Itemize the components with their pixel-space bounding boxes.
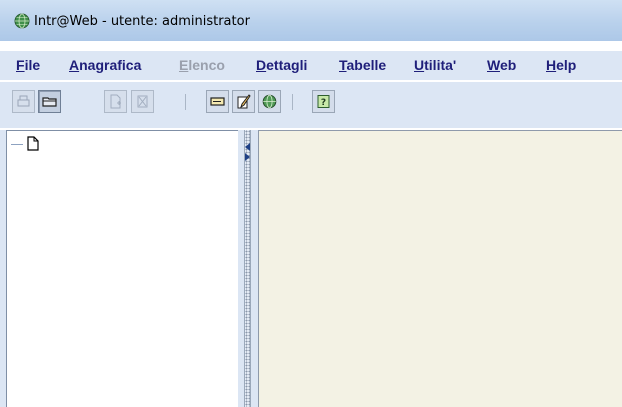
menu-web-mnemonic: W (487, 57, 500, 73)
tree-connector-line (11, 144, 23, 145)
toolbar-separator (185, 94, 186, 110)
delete-icon (137, 95, 148, 108)
expand-right-icon[interactable] (245, 153, 250, 161)
menu-file-mnemonic: F (16, 57, 25, 73)
menu-elenco-mnemonic: E (179, 57, 189, 73)
menu-elenco-label: lenco (188, 57, 225, 73)
tree-panel[interactable] (6, 130, 238, 407)
menu-anagrafica-mnemonic: A (69, 57, 80, 73)
menu-elenco: Elenco (179, 57, 225, 73)
card-icon (210, 97, 225, 106)
menu-anagrafica-label: nagrafica (79, 57, 142, 73)
menu-file[interactable]: File (16, 57, 40, 73)
menu-utilita-label: tilita' (424, 57, 457, 73)
menu-help-label: elp (556, 57, 577, 73)
menu-tabelle-label: abelle (346, 57, 387, 73)
menu-anagrafica[interactable]: Anagrafica (69, 57, 141, 73)
main-area (0, 130, 622, 407)
menu-utilita-mnemonic: U (414, 57, 425, 73)
globe-icon (14, 13, 30, 29)
menu-web-label: eb (499, 57, 517, 73)
print-icon (17, 95, 30, 107)
document-icon (27, 136, 39, 151)
title-bar: Intr@Web - utente: administrator (0, 0, 622, 41)
menu-bar: File Anagrafica Elenco Dettagli Tabelle … (0, 51, 622, 80)
new-document-icon (110, 94, 121, 109)
print-button (12, 90, 35, 113)
globe-icon (262, 94, 277, 109)
card-button[interactable] (206, 90, 229, 113)
new-button (104, 90, 127, 113)
menu-dettagli-mnemonic: D (256, 57, 267, 73)
toolbar: ? (0, 82, 622, 128)
window-title: Intr@Web - utente: administrator (34, 14, 250, 29)
collapse-left-icon[interactable] (245, 143, 250, 151)
menu-file-label: ile (24, 57, 41, 73)
content-panel (258, 130, 622, 407)
splitter-grip[interactable] (244, 130, 251, 407)
help-icon: ? (317, 95, 330, 108)
menu-help-mnemonic: H (546, 57, 557, 73)
open-button[interactable] (38, 90, 61, 113)
help-button[interactable]: ? (312, 90, 335, 113)
open-folder-icon (42, 97, 57, 107)
svg-text:?: ? (321, 98, 326, 108)
delete-button (131, 90, 154, 113)
toolbar-separator (292, 94, 293, 110)
menu-tabelle[interactable]: Tabelle (339, 57, 386, 73)
menu-dettagli-label: ettagli (266, 57, 308, 73)
edit-pencil-icon (237, 94, 251, 109)
menu-web[interactable]: Web (487, 57, 516, 73)
menu-help[interactable]: Help (546, 57, 576, 73)
menu-dettagli[interactable]: Dettagli (256, 57, 307, 73)
menu-tabelle-mnemonic: T (339, 57, 347, 73)
split-pane-divider[interactable] (238, 130, 258, 407)
web-button[interactable] (258, 90, 281, 113)
edit-button[interactable] (232, 90, 255, 113)
menu-utilita[interactable]: Utilita' (414, 57, 456, 73)
